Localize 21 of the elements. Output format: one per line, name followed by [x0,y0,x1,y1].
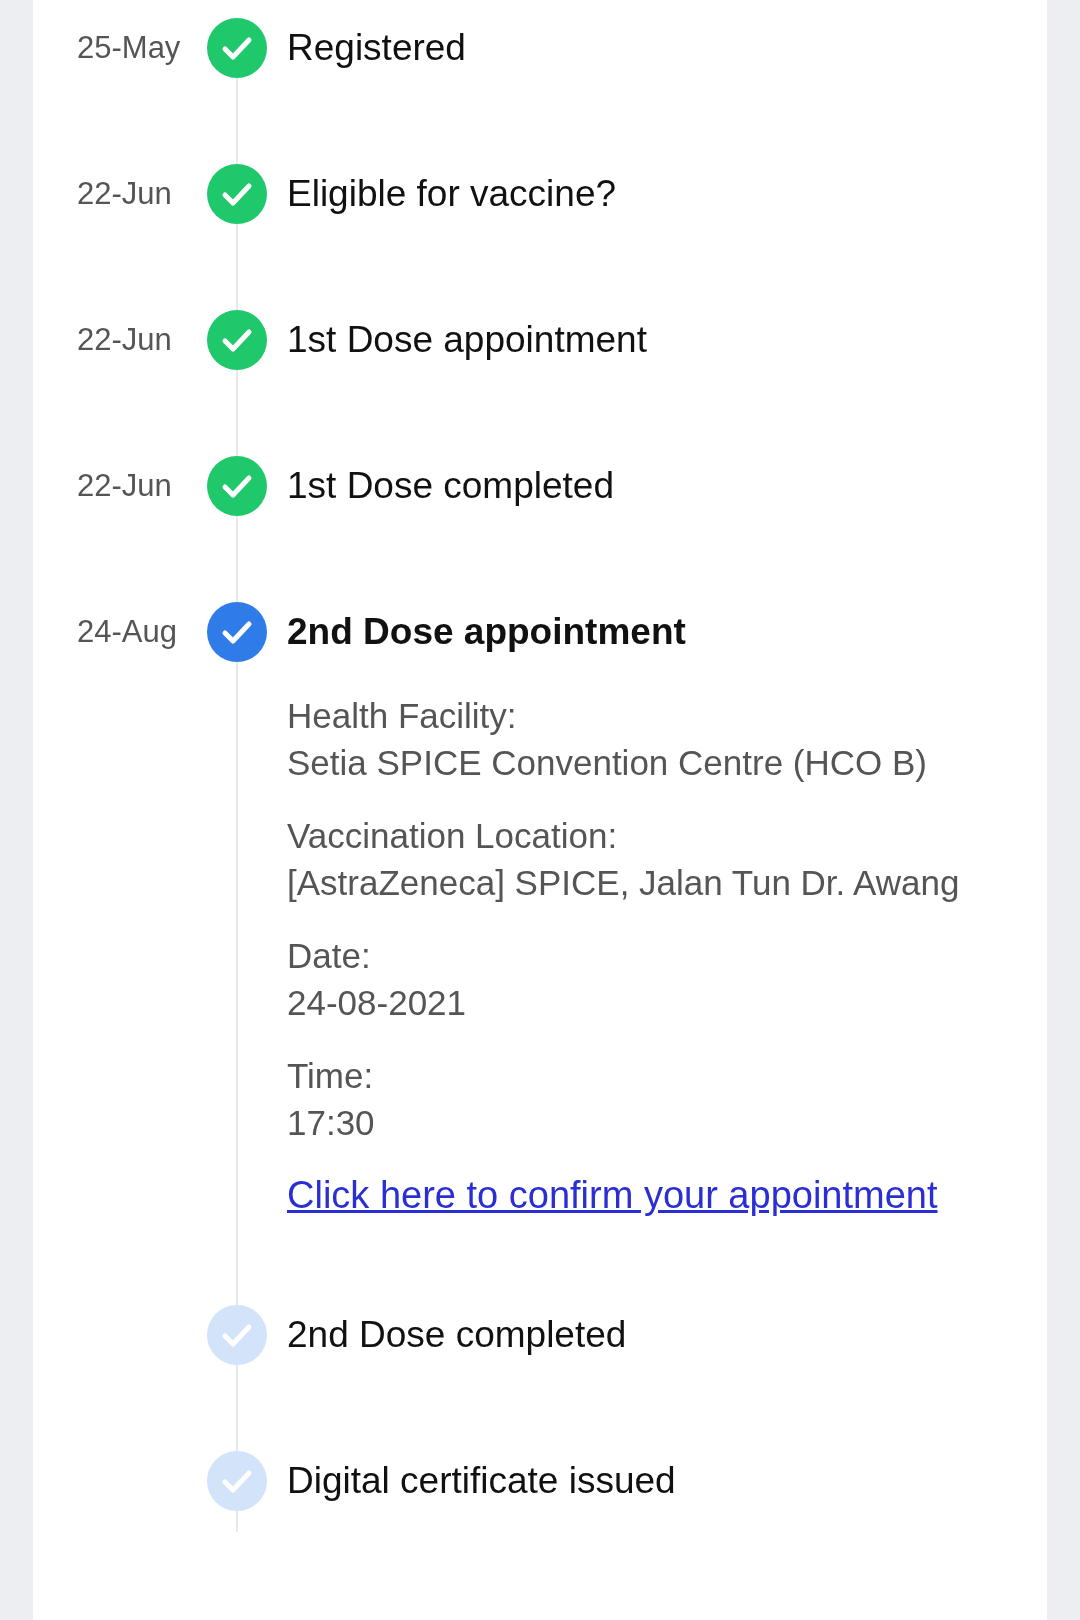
step-label: Eligible for vaccine? [287,173,617,215]
detail-label: Date: [287,935,372,977]
step-label: Registered [287,27,466,69]
step-label: 1st Dose completed [287,465,614,507]
detail-label: Vaccination Location: [287,815,619,857]
step-date: 22-Jun [77,176,172,211]
step-date: 22-Jun [77,468,172,503]
step-label: Digital certificate issued [287,1460,676,1502]
confirm-link[interactable]: Click here to confirm your appointment [287,1172,938,1219]
detail-value: Setia SPICE Convention Centre (HCO B) [287,742,928,784]
step-label: 2nd Dose appointment [287,611,686,653]
detail-label: Health Facility: [287,695,518,737]
detail-label: Time: [287,1055,375,1097]
step-label: 1st Dose appointment [287,319,647,361]
step-date: 25-May [77,30,181,65]
detail-value: [AstraZeneca] SPICE, Jalan Tun Dr. Awang [287,862,961,904]
step-label: 2nd Dose completed [287,1314,627,1356]
detail-value: 17:30 [287,1102,376,1144]
step-date: 22-Jun [77,322,172,357]
detail-value: 24-08-2021 [287,982,468,1024]
step-date: 24-Aug [77,614,177,649]
